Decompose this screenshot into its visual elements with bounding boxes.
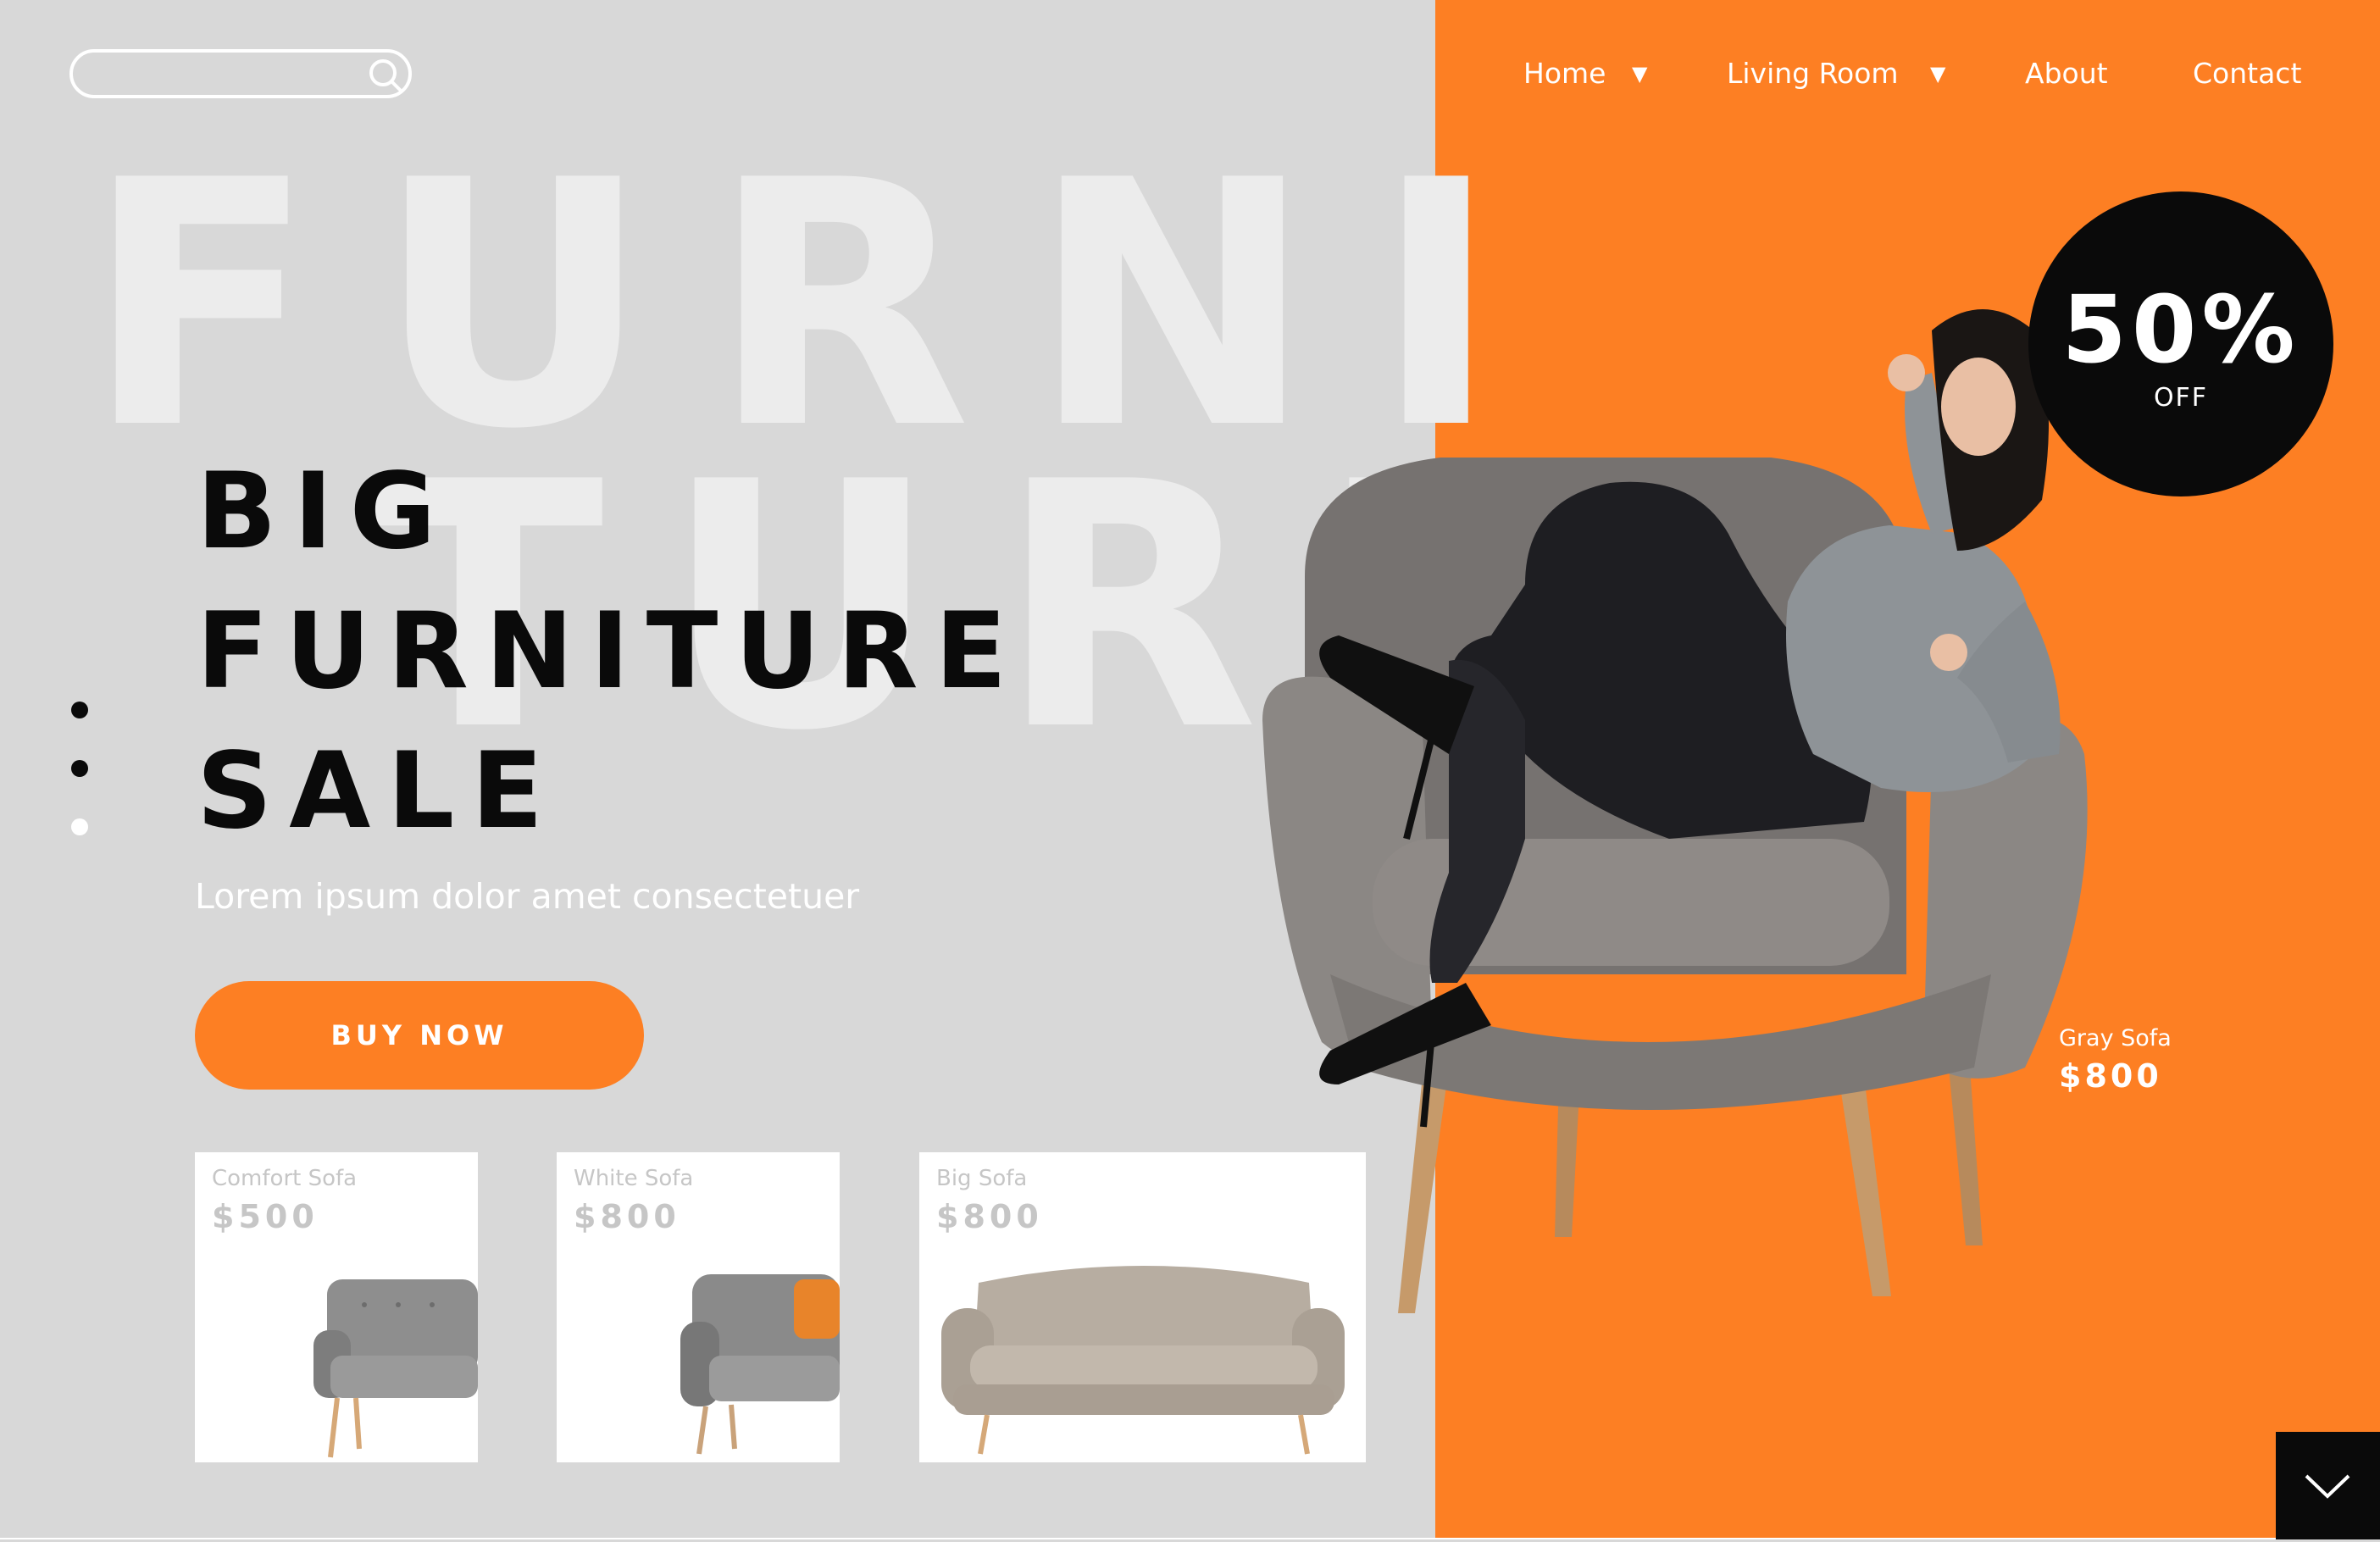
nav-living-room-caret-icon[interactable]: ▼ — [1930, 53, 1945, 95]
slide-dot-2[interactable] — [71, 760, 88, 777]
armchair-orange-pillow-icon — [680, 1274, 840, 1455]
nav-item-living-room[interactable]: Living Room — [1727, 53, 1899, 95]
product-price: $500 — [212, 1198, 319, 1235]
nav-item-about[interactable]: About — [2025, 53, 2108, 95]
headline: BIG FURNITURE SALE — [197, 442, 1024, 862]
buy-now-button[interactable]: BUY NOW — [195, 981, 644, 1090]
slide-dot-3[interactable] — [71, 818, 88, 835]
search-input[interactable] — [95, 59, 352, 90]
product-name: Big Sofa — [936, 1166, 1028, 1191]
search-icon[interactable] — [366, 56, 403, 93]
search-box[interactable] — [69, 49, 412, 98]
product-card-comfort-sofa[interactable]: Comfort Sofa $500 — [195, 1152, 478, 1462]
product-price: $800 — [936, 1198, 1043, 1235]
gray-loveseat-icon — [313, 1279, 478, 1458]
nav-home-caret-icon[interactable]: ▼ — [1632, 53, 1647, 95]
headline-line-3: SALE — [197, 730, 560, 852]
nav-item-home[interactable]: Home — [1523, 53, 1606, 95]
chevron-down-icon — [2305, 1474, 2350, 1499]
product-name: Comfort Sofa — [212, 1166, 358, 1191]
discount-badge: 50% OFF — [2028, 191, 2333, 496]
product-card-white-sofa[interactable]: White Sofa $800 — [557, 1152, 840, 1462]
discount-value: 50% — [2061, 275, 2300, 384]
product-name: White Sofa — [574, 1166, 694, 1191]
featured-product-price: $800 — [2059, 1057, 2162, 1095]
featured-product-name: Gray Sofa — [2059, 1025, 2172, 1051]
scroll-down-button[interactable] — [2276, 1432, 2380, 1539]
hero-model-armchair-image — [1262, 309, 2088, 1313]
discount-label: OFF — [2153, 383, 2209, 413]
headline-line-1: BIG — [197, 451, 453, 573]
headline-line-2: FURNITURE — [197, 591, 1024, 713]
product-price: $800 — [574, 1198, 680, 1235]
nav-item-contact[interactable]: Contact — [2193, 53, 2301, 95]
hero-subtitle: Lorem ipsum dolor amet consectetuer — [195, 876, 860, 917]
slide-dot-1[interactable] — [71, 702, 88, 718]
